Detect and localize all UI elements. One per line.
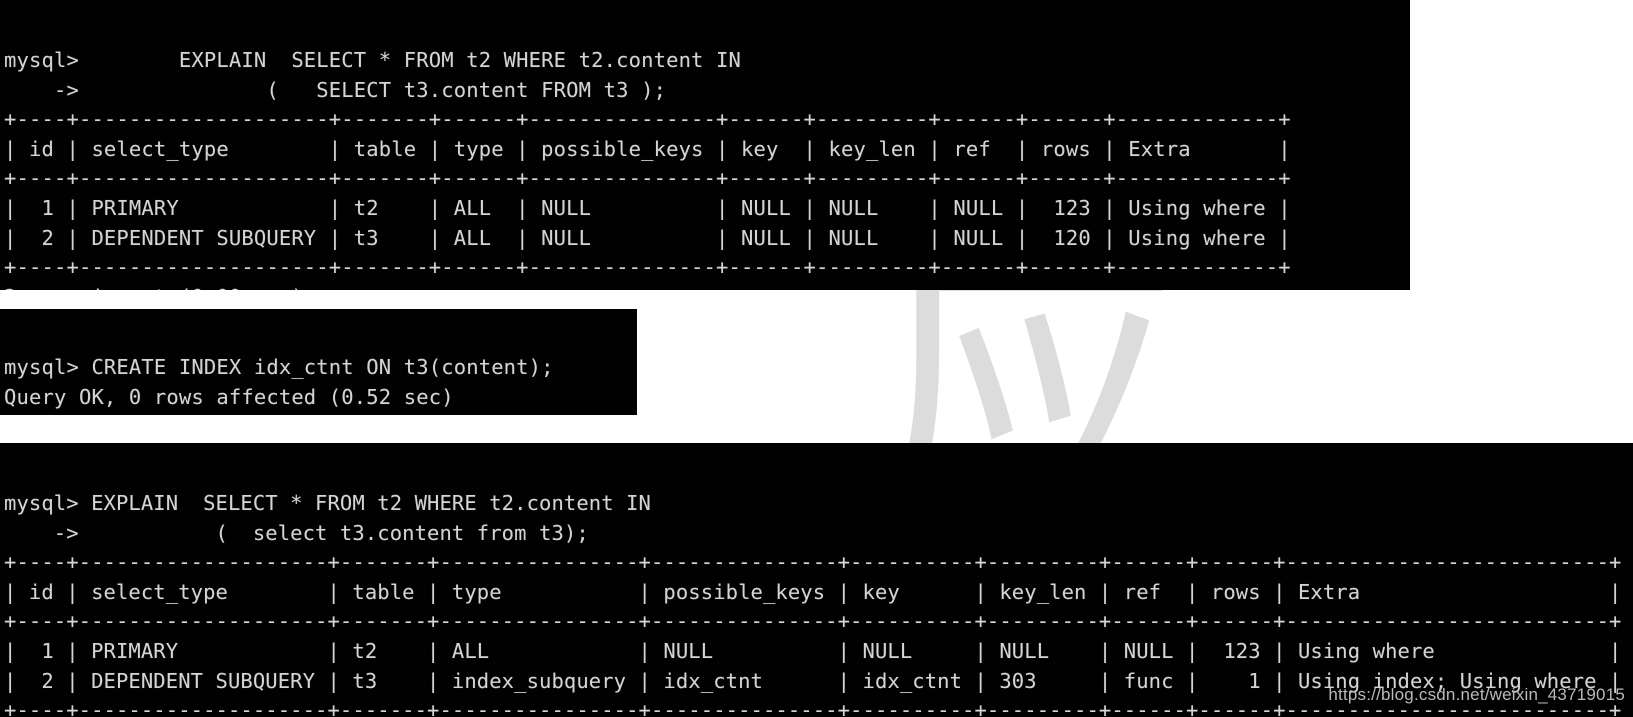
terminal-block-explain-without-index[interactable]: mysql> EXPLAIN SELECT * FROM t2 WHERE t2… bbox=[0, 0, 1410, 290]
terminal-block-create-index[interactable]: mysql> CREATE INDEX idx_ctnt ON t3(conte… bbox=[0, 309, 637, 415]
terminal-output-create-index: mysql> CREATE INDEX idx_ctnt ON t3(conte… bbox=[4, 355, 554, 415]
screenshot-root: 应 mysql> EXPLAIN SELECT * FROM t2 WHERE … bbox=[0, 0, 1633, 717]
terminal-output-explain-without-index: mysql> EXPLAIN SELECT * FROM t2 WHERE t2… bbox=[4, 48, 1291, 290]
attribution-watermark: https://blog.csdn.net/weixin_43719015 bbox=[1328, 685, 1625, 704]
terminal-block-explain-with-index[interactable]: mysql> EXPLAIN SELECT * FROM t2 WHERE t2… bbox=[0, 443, 1633, 717]
terminal-output-explain-with-index: mysql> EXPLAIN SELECT * FROM t2 WHERE t2… bbox=[4, 491, 1622, 717]
